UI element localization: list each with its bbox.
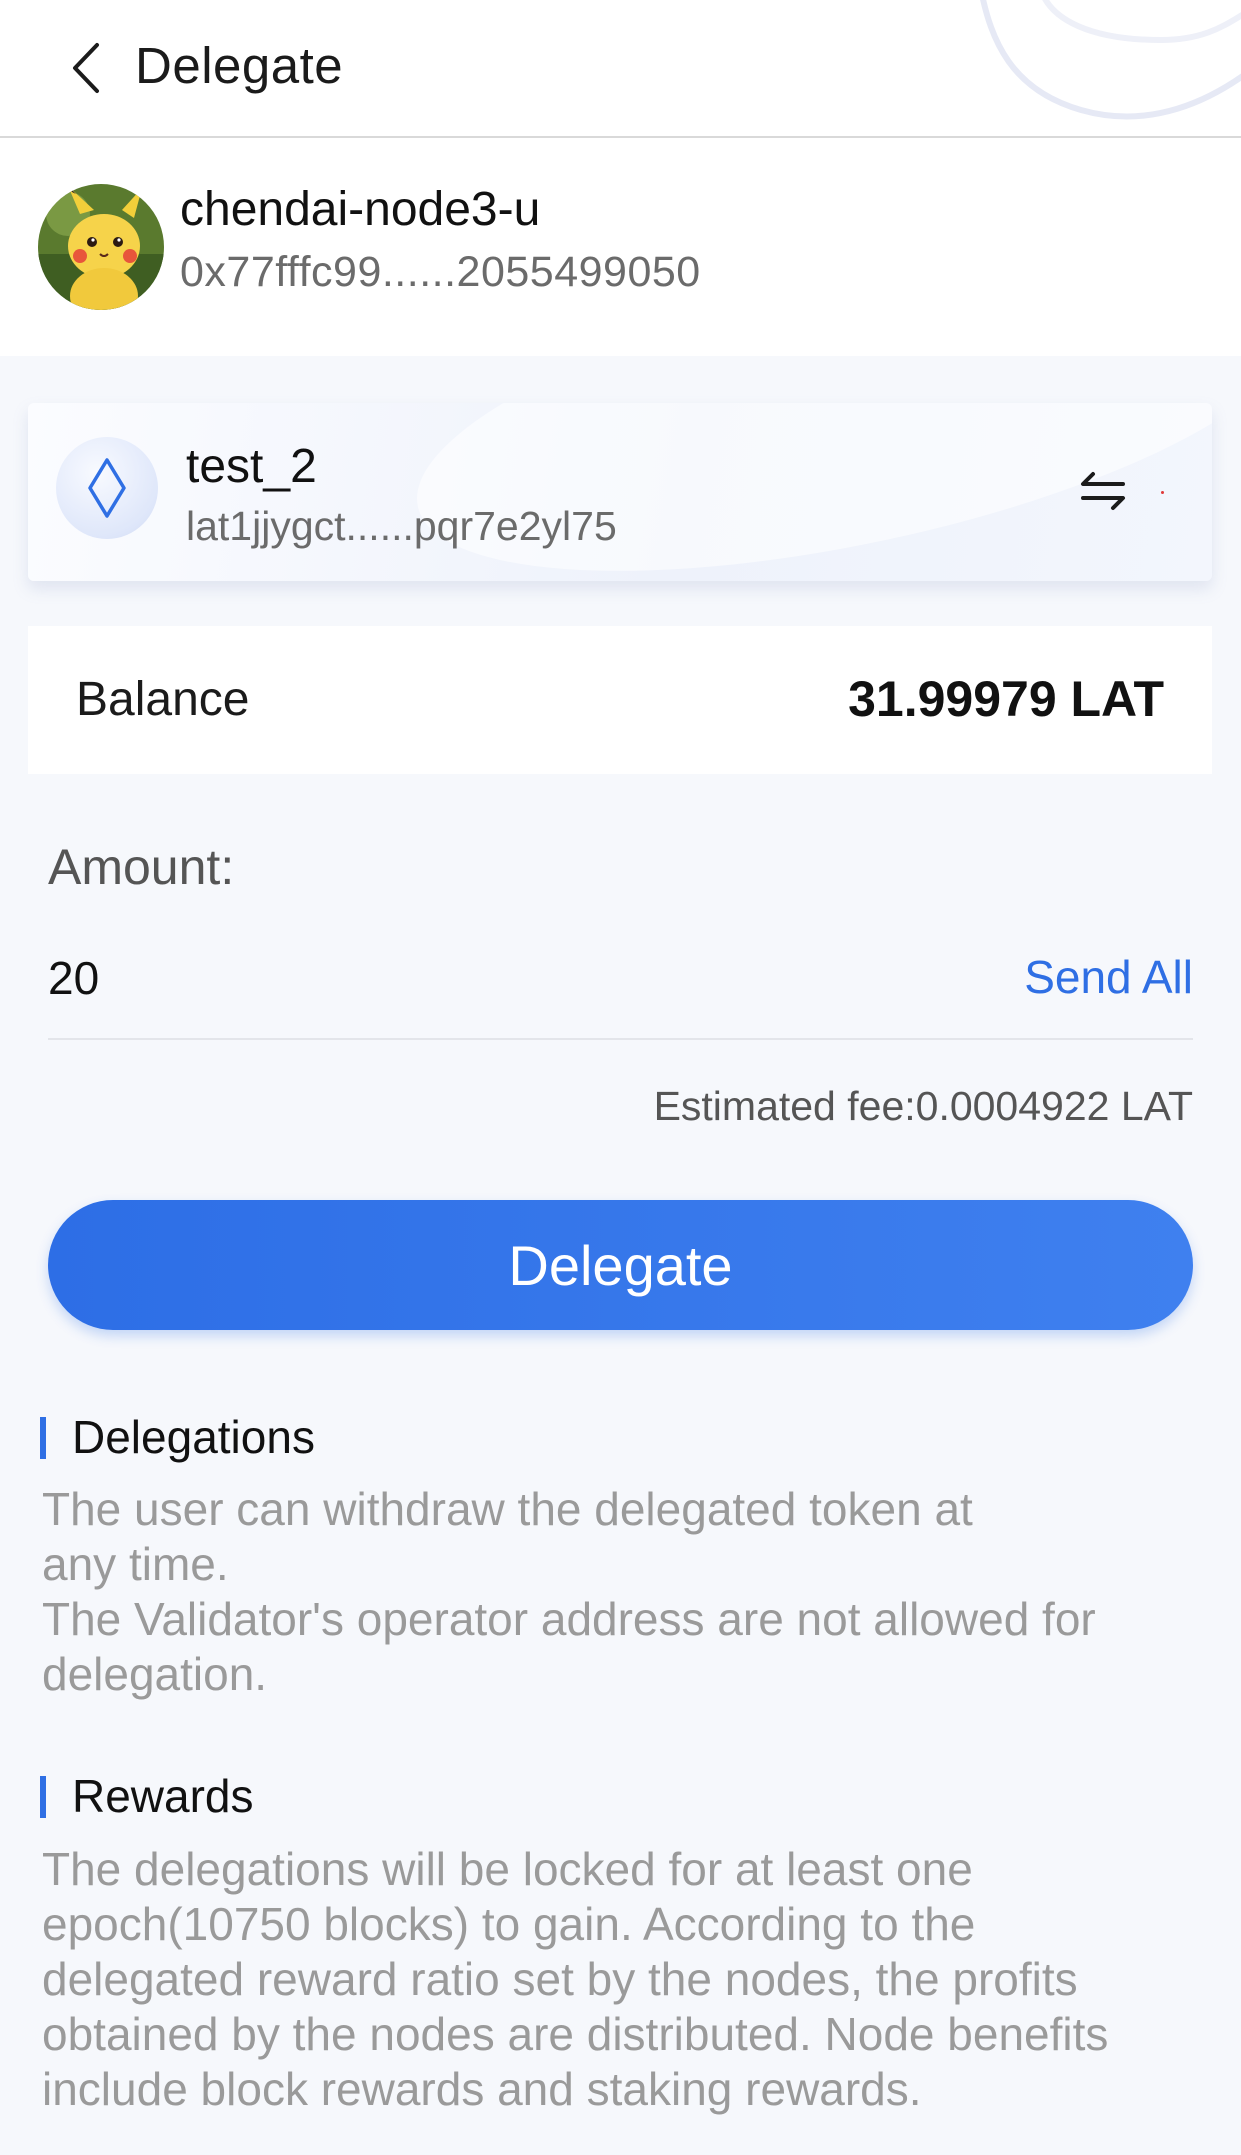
delegations-accent-bar [40, 1417, 46, 1459]
switch-arrows-icon [1081, 472, 1125, 510]
back-button[interactable] [56, 38, 116, 98]
delegations-line-2: any time. [42, 1538, 229, 1590]
indicator-dot [1161, 491, 1164, 494]
page-title: Delegate [135, 37, 344, 94]
top-bar: Delegate [0, 0, 1241, 138]
pikachu-avatar-icon [38, 184, 164, 310]
rewards-line-5: include block rewards and staking reward… [42, 2063, 922, 2115]
validator-address: 0x77fffc99......2055499050 [180, 248, 701, 296]
rewards-title: Rewards [72, 1770, 254, 1822]
rewards-line-4: obtained by the nodes are distributed. N… [42, 2008, 1109, 2060]
amount-divider [48, 1038, 1193, 1040]
amount-label: Amount: [48, 839, 235, 895]
delegations-title: Delegations [72, 1411, 315, 1463]
balance-row: Balance 31.99979 LAT [28, 626, 1212, 774]
balance-label: Balance [76, 673, 250, 726]
chevron-left-icon [73, 43, 99, 93]
delegations-line-3: The Validator's operator address are not… [42, 1593, 1096, 1645]
estimated-fee: Estimated fee:0.0004922 LAT [653, 1083, 1193, 1129]
wallet-address: lat1jjygct......pqr7e2yl75 [186, 503, 617, 549]
rewards-description: The delegations will be locked for at le… [42, 1842, 1172, 2117]
amount-input[interactable] [48, 942, 948, 1014]
wallet-name: test_2 [186, 440, 317, 493]
delegate-button[interactable]: Delegate [48, 1200, 1193, 1330]
delegations-description: The user can withdraw the delegated toke… [42, 1482, 1172, 1702]
validator-name: chendai-node3-u [180, 183, 541, 236]
wallet-selector-card[interactable]: test_2 lat1jjygct......pqr7e2yl75 [28, 403, 1212, 581]
send-all-button[interactable]: Send All [1024, 950, 1193, 1004]
delegations-line-1: The user can withdraw the delegated toke… [42, 1483, 973, 1535]
rewards-line-1: The delegations will be locked for at le… [42, 1843, 973, 1895]
delegations-line-4: delegation. [42, 1648, 268, 1700]
rewards-line-2: epoch(10750 blocks) to gain. According t… [42, 1898, 976, 1950]
wallet-avatar [56, 437, 158, 539]
validator-info: chendai-node3-u 0x77fffc99......20554990… [0, 138, 1241, 356]
balance-value: 31.99979 LAT [848, 671, 1164, 727]
switch-wallet-button[interactable] [1068, 461, 1138, 521]
header-decoration [980, 0, 1241, 120]
diamond-icon [88, 458, 126, 518]
rewards-accent-bar [40, 1776, 46, 1818]
rewards-line-3: delegated reward ratio set by the nodes,… [42, 1953, 1078, 2005]
validator-avatar [38, 184, 164, 310]
